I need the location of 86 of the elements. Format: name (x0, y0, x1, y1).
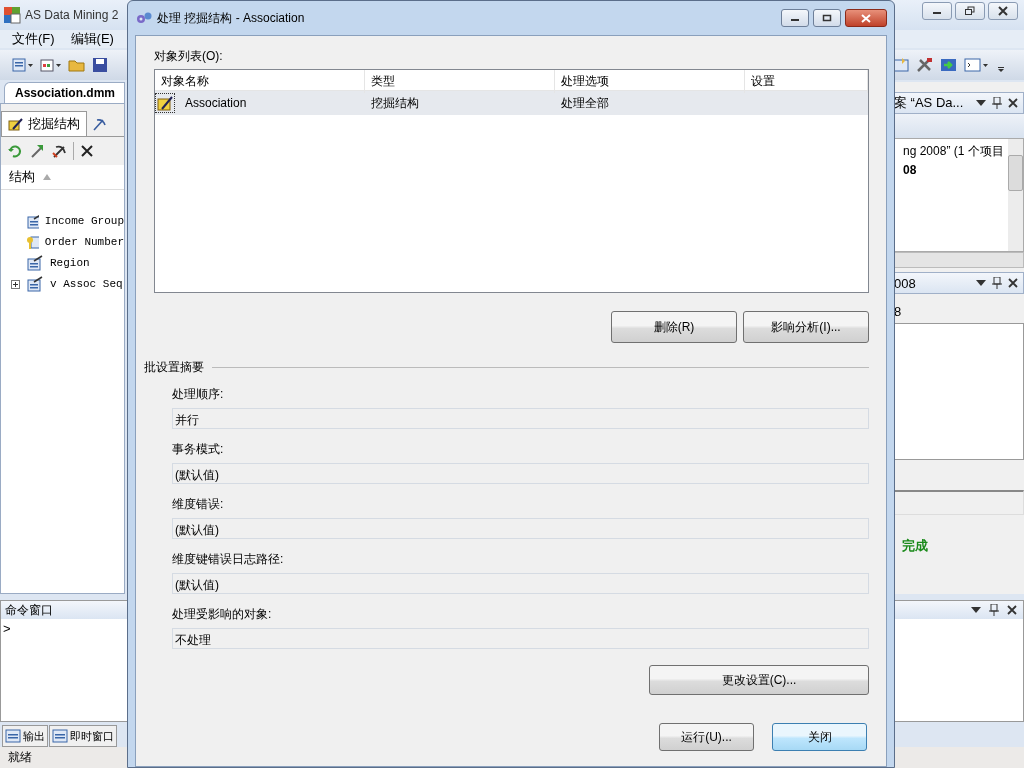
setting-label: 维度错误: (172, 496, 225, 513)
restore-button[interactable] (955, 2, 985, 20)
menu-item[interactable]: 编辑(E) (70, 30, 114, 48)
pin-icon[interactable] (992, 97, 1002, 109)
minimize-button[interactable] (781, 9, 809, 27)
group-title: 批设置摘要 (144, 359, 204, 376)
read-only-field: (默认值) (172, 573, 869, 594)
panel-tab[interactable]: 即时窗口 (49, 725, 117, 747)
key-column-icon (26, 234, 39, 250)
save-icon[interactable] (92, 57, 108, 73)
delete-icon[interactable] (80, 144, 94, 158)
action-button[interactable]: 删除(R) (611, 311, 737, 343)
dropdown-icon[interactable] (971, 607, 981, 613)
dialog-button[interactable]: 运行(U)... (659, 723, 754, 751)
maximize-button[interactable] (813, 9, 841, 27)
pin-icon[interactable] (992, 277, 1002, 289)
list-row[interactable]: Association 挖掘结构 处理全部 (155, 91, 868, 115)
pickaxe-icon[interactable] (91, 116, 107, 131)
restore-icon (964, 6, 976, 16)
tree-item[interactable]: Region (50, 257, 90, 269)
read-only-field: (默认值) (172, 518, 869, 539)
close-button[interactable] (845, 9, 887, 27)
maximize-icon (822, 14, 832, 22)
pickaxe-icon[interactable] (51, 143, 67, 159)
tree-item[interactable]: Income Group (44, 215, 124, 227)
command-prompt: > (3, 621, 11, 636)
action-button[interactable]: 影响分析(I)... (743, 311, 869, 343)
panel-title: 008 (894, 275, 917, 291)
status-text: 完成 (901, 537, 929, 555)
window-title: 处理 挖掘结构 - Association (157, 9, 305, 27)
close-icon[interactable] (1007, 605, 1017, 615)
refresh-icon[interactable] (7, 143, 23, 159)
sort-icon (43, 174, 51, 180)
panel-title: 案 “AS Da... (894, 94, 965, 112)
close-icon[interactable] (1008, 98, 1018, 108)
designer-tab[interactable]: 挖掘结构 (1, 111, 87, 136)
close-button[interactable] (988, 2, 1018, 20)
mining-structure-icon (155, 93, 175, 113)
output-icon (5, 729, 21, 743)
panel-title: 命令窗口 (5, 601, 53, 619)
column-icon (26, 255, 44, 271)
add-item-icon[interactable] (40, 57, 62, 73)
mining-structure-icon (8, 117, 24, 131)
change-settings-button[interactable]: 更改设置(C)... (649, 665, 869, 695)
tree-item[interactable]: 08 (903, 163, 1008, 177)
close-icon (997, 6, 1009, 16)
dropdown-icon[interactable] (976, 100, 986, 106)
pin-icon[interactable] (989, 604, 999, 616)
document-tab[interactable]: Association.dmm (4, 82, 125, 103)
read-only-field: 不处理 (172, 628, 869, 649)
panel-tab[interactable]: 输出 (2, 725, 48, 747)
column-header[interactable]: 结构 (1, 165, 124, 190)
scrollbar[interactable] (1008, 139, 1023, 251)
column-icon (26, 213, 39, 229)
expand-icon[interactable] (11, 279, 20, 289)
dialog-button[interactable]: 关闭 (772, 723, 867, 751)
setting-label: 处理受影响的对象: (172, 606, 273, 623)
menu-item[interactable]: 文件(F) (12, 30, 55, 48)
app-icon (3, 6, 21, 24)
gear-icon (135, 11, 153, 25)
read-only-field: (默认值) (172, 463, 869, 484)
setting-label: 处理顺序: (172, 386, 225, 403)
close-icon[interactable] (1008, 278, 1018, 288)
close-icon (860, 13, 872, 23)
properties-icon[interactable] (892, 57, 910, 73)
minimize-button[interactable] (922, 2, 952, 20)
dropdown-icon[interactable] (976, 280, 986, 286)
list-label: 对象列表(O): (154, 48, 224, 65)
property-text: 8 (893, 304, 903, 319)
window-title: AS Data Mining 2 (25, 8, 119, 22)
tree-item[interactable]: Order Number (44, 236, 124, 248)
window-icon (52, 729, 68, 743)
table-cell: 处理全部 (561, 94, 609, 112)
table-cell: Association (185, 96, 247, 110)
command-window-icon[interactable] (964, 57, 990, 73)
tools-icon[interactable] (916, 57, 934, 73)
process-icon[interactable] (29, 143, 45, 159)
tree-item[interactable]: v Assoc Seq (50, 278, 123, 290)
tree-item[interactable]: ng 2008” (1 个项目 (903, 143, 1008, 160)
status-text: 就绪 (8, 749, 32, 766)
read-only-field: 并行 (172, 408, 869, 429)
setting-label: 事务模式: (172, 441, 225, 458)
table-cell: 挖掘结构 (371, 94, 419, 112)
column-icon (26, 276, 44, 292)
new-project-icon[interactable] (12, 57, 34, 73)
setting-label: 维度键错误日志路径: (172, 551, 285, 568)
